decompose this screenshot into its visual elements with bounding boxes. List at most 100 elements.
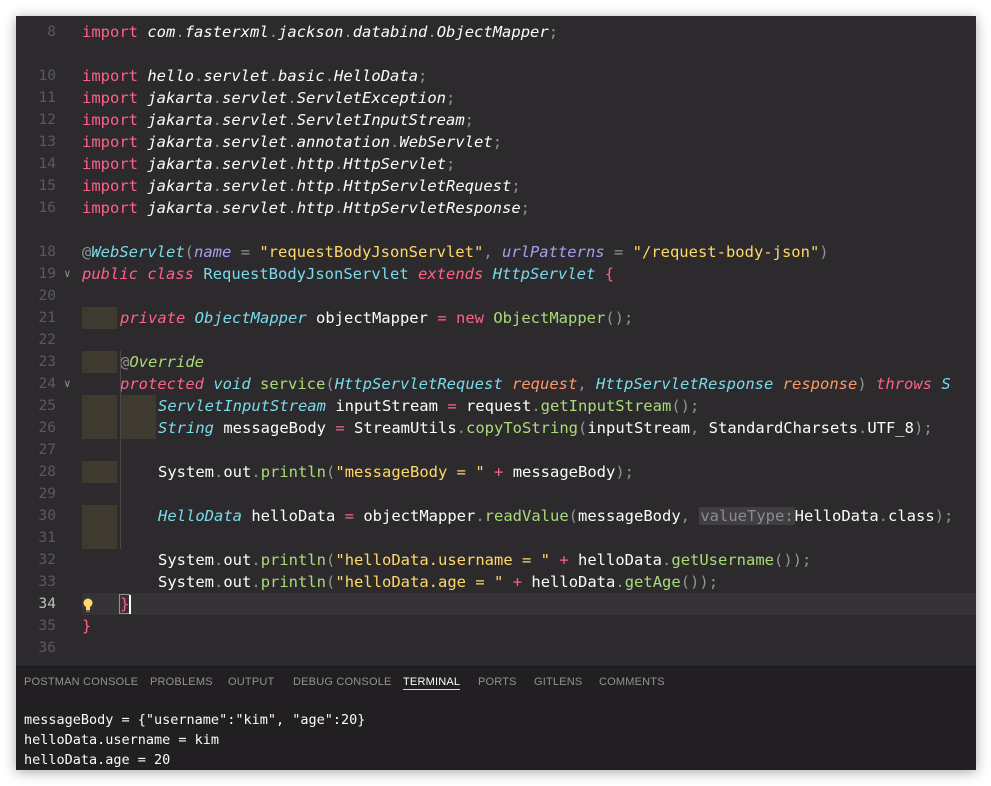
package-segment: jakarta: [147, 89, 213, 107]
code-line[interactable]: 32 System.out.println("helloData.username…: [16, 549, 976, 571]
code-token: messageBody: [214, 419, 336, 437]
package-segment: servlet: [222, 177, 288, 195]
code-line[interactable]: 10 import hello.servlet.basic.HelloData;: [16, 65, 976, 87]
code-token: HttpServlet: [492, 265, 596, 283]
package-segment: hello: [147, 67, 195, 85]
code-editor[interactable]: 8 import com.fasterxml.jackson.databind.O…: [16, 16, 976, 666]
imported-class: HelloData: [334, 67, 419, 85]
code-line[interactable]: 36: [16, 637, 976, 659]
package-segment: annotation: [296, 133, 391, 151]
code-line[interactable]: [16, 219, 976, 241]
code-token: (: [326, 463, 336, 481]
code-content: System.out.println("messageBody = " + me…: [158, 461, 634, 483]
chevron-down-icon[interactable]: ∨: [64, 263, 76, 285]
tab-gitlens[interactable]: GITLENS: [534, 676, 582, 688]
code-token: ;: [520, 199, 531, 217]
line-number: 12: [38, 112, 56, 128]
line-number: 25: [38, 398, 56, 414]
code-line[interactable]: 20: [16, 285, 976, 307]
code-token: HttpServletRequest: [334, 375, 503, 393]
code-line[interactable]: 18 @WebServlet(name = "requestBodyJsonSer…: [16, 241, 976, 263]
indent-guide: [120, 351, 121, 549]
code-line[interactable]: [16, 43, 976, 65]
code-line[interactable]: 28 System.out.println("messageBody = " + …: [16, 461, 976, 483]
code-line[interactable]: 13 import jakarta.servlet.annotation.WebS…: [16, 131, 976, 153]
code-line[interactable]: 8 import com.fasterxml.jackson.databind.O…: [16, 21, 976, 43]
code-content: }: [118, 593, 131, 615]
code-token: new: [456, 309, 484, 327]
code-token: .: [615, 573, 625, 591]
code-line[interactable]: 26 String messageBody = StreamUtils.copyT…: [16, 417, 976, 439]
code-content: String messageBody = StreamUtils.copyToS…: [158, 417, 933, 439]
code-line[interactable]: 24 ∨ protected void service(HttpServletReq…: [16, 373, 976, 395]
code-content: import hello.servlet.basic.HelloData;: [82, 65, 427, 87]
code-token: ;: [511, 177, 521, 195]
code-line[interactable]: 11 import jakarta.servlet.ServletExceptio…: [16, 87, 976, 109]
tab-postman-console[interactable]: POSTMAN CONSOLE: [24, 676, 138, 688]
code-token: =: [437, 309, 447, 327]
code-token: UTF_8: [867, 419, 914, 437]
code-line[interactable]: 31: [16, 527, 976, 549]
code-token: .: [456, 419, 466, 437]
code-token: =: [231, 243, 260, 261]
line-number: 28: [38, 464, 56, 480]
import-keyword: import: [82, 199, 138, 217]
tab-debug-console[interactable]: DEBUG CONSOLE: [293, 676, 392, 688]
chevron-down-icon[interactable]: ∨: [64, 373, 76, 395]
code-token: .: [531, 397, 541, 415]
code-token: inputStream: [325, 397, 448, 415]
lightbulb-icon[interactable]: [83, 596, 93, 612]
code-content: protected void service(HttpServletReques…: [120, 373, 951, 395]
code-line[interactable]: 25 ServletInputStream inputStream = reque…: [16, 395, 976, 417]
code-line[interactable]: 22: [16, 329, 976, 351]
code-token: out: [223, 463, 252, 481]
code-content: ServletInputStream inputStream = request…: [158, 395, 699, 417]
code-line[interactable]: 33 System.out.println("helloData.age = " …: [16, 571, 976, 593]
code-line[interactable]: 23 @Override: [16, 351, 976, 373]
tab-ports[interactable]: PORTS: [478, 676, 517, 688]
code-line[interactable]: 30 HelloData helloData = objectMapper.rea…: [16, 505, 976, 527]
code-token: ());: [680, 573, 719, 591]
code-token: .: [287, 89, 297, 107]
code-token: ,: [577, 375, 597, 393]
code-token: protected: [120, 375, 204, 393]
code-token: ServletInputStream: [158, 397, 326, 415]
code-token: =: [344, 507, 354, 525]
code-token: System: [158, 551, 214, 569]
code-token: StreamUtils: [344, 419, 457, 437]
code-line[interactable]: 15 import jakarta.servlet.http.HttpServle…: [16, 175, 976, 197]
code-token: .: [194, 67, 204, 85]
code-token: .: [251, 551, 261, 569]
code-line[interactable]: 34}: [16, 593, 976, 615]
code-line[interactable]: 19 ∨ public class RequestBodyJsonServlet e…: [16, 263, 976, 285]
vscode-window: 8 import com.fasterxml.jackson.databind.O…: [16, 16, 976, 770]
code-content: @WebServlet(name = "requestBodyJsonServl…: [82, 241, 829, 263]
line-number: 13: [38, 134, 56, 150]
imported-class: HttpServlet: [343, 155, 447, 173]
tab-problems[interactable]: PROBLEMS: [150, 676, 213, 688]
code-token: .: [287, 199, 297, 217]
code-line[interactable]: 12 import jakarta.servlet.ServletInputStr…: [16, 109, 976, 131]
method-name: service: [260, 375, 326, 393]
tab-comments[interactable]: COMMENTS: [599, 676, 665, 688]
code-token: objectMapper: [306, 309, 438, 327]
line-number: 23: [38, 354, 56, 370]
code-line[interactable]: 29: [16, 483, 976, 505]
code-line[interactable]: 14 import jakarta.servlet.http.HttpServle…: [16, 153, 976, 175]
code-line[interactable]: 35}: [16, 615, 976, 637]
code-token: HelloData: [794, 507, 879, 525]
tab-terminal[interactable]: TERMINAL: [403, 676, 461, 690]
annotation-name: Override: [129, 353, 204, 371]
line-number: 29: [38, 486, 56, 502]
code-token: System: [158, 573, 214, 591]
code-line[interactable]: 27: [16, 439, 976, 461]
code-line[interactable]: 21 private ObjectMapper objectMapper = ne…: [16, 307, 976, 329]
tab-output[interactable]: OUTPUT: [228, 676, 274, 688]
code-line[interactable]: 16 import jakarta.servlet.http.HttpServle…: [16, 197, 976, 219]
